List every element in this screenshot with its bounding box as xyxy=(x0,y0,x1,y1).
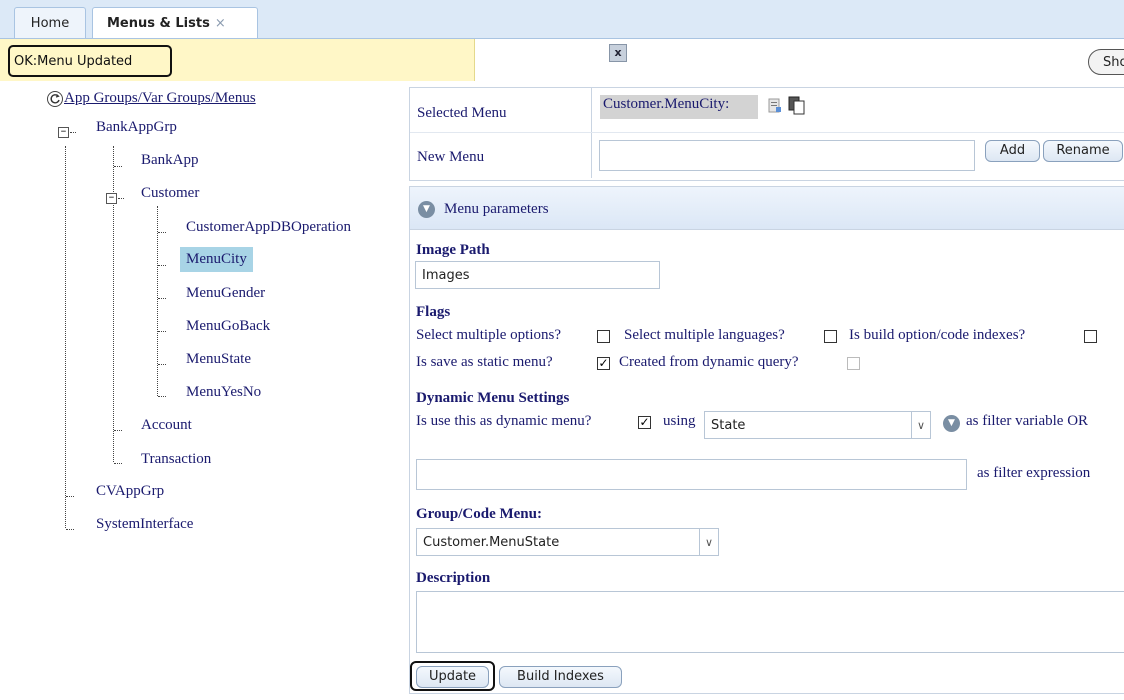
multi-options-checkbox[interactable] xyxy=(597,330,610,343)
tree-connector xyxy=(114,463,122,464)
close-icon[interactable]: x xyxy=(609,44,627,62)
tree-guide xyxy=(65,146,66,528)
dynamic-use-label: Is use this as dynamic menu? xyxy=(416,413,592,429)
tree-connector xyxy=(158,265,166,266)
new-menu-label: New Menu xyxy=(417,149,485,165)
new-menu-input[interactable] xyxy=(599,140,975,171)
selected-menu-label: Selected Menu xyxy=(417,105,507,121)
rename-button[interactable]: Rename xyxy=(1043,140,1123,162)
tree-connector xyxy=(114,430,122,431)
tree-connector xyxy=(158,298,166,299)
tab-home-label: Home xyxy=(30,15,70,31)
filter-expression-input[interactable] xyxy=(416,459,967,490)
build-indexes-checkbox[interactable] xyxy=(1084,330,1097,343)
tree-connector xyxy=(118,198,124,199)
group-code-select[interactable]: Customer.MenuState ∨ xyxy=(416,528,719,556)
tree-item-bankappgrp[interactable]: BankAppGrp xyxy=(96,119,177,136)
add-button[interactable]: Add xyxy=(985,140,1040,162)
show-button[interactable]: Sho xyxy=(1088,49,1124,75)
menu-parameters-title: Menu parameters xyxy=(444,201,549,217)
tree-item-systeminterface[interactable]: SystemInterface xyxy=(96,516,193,533)
flag-dynamic-query-label: Created from dynamic query? xyxy=(619,354,799,370)
using-select[interactable]: State ∨ xyxy=(704,411,931,439)
dynamic-query-checkbox xyxy=(847,357,860,370)
tree-root[interactable]: App Groups/Var Groups/Menus xyxy=(64,90,256,107)
dynamic-menu-checkbox[interactable]: ✓ xyxy=(638,416,651,429)
refresh-icon[interactable] xyxy=(47,91,63,107)
tree-item-customerappdboperation[interactable]: CustomerAppDBOperation xyxy=(186,219,351,236)
filter-expression-label: as filter expression xyxy=(977,465,1091,481)
tree-item-customer[interactable]: Customer xyxy=(141,185,199,202)
tree-item-menucity[interactable]: MenuCity xyxy=(180,247,253,272)
tree-connector xyxy=(158,396,166,397)
using-select-value: State xyxy=(711,417,746,433)
chevron-down-icon: ∨ xyxy=(699,529,718,555)
tree-item-cvappgrp[interactable]: CVAppGrp xyxy=(96,483,164,500)
tree-guide xyxy=(157,206,158,396)
close-icon[interactable]: × xyxy=(215,16,226,31)
flag-build-indexes-label: Is build option/code indexes? xyxy=(849,327,1026,343)
using-label: using xyxy=(663,413,696,429)
tree-item-menuyesno[interactable]: MenuYesNo xyxy=(186,384,261,401)
tree-item-menustate[interactable]: MenuState xyxy=(186,351,251,368)
group-code-select-value: Customer.MenuState xyxy=(423,534,560,550)
selected-menu-value: Customer.MenuCity: xyxy=(603,96,730,112)
collapse-icon[interactable]: ▼ xyxy=(418,201,435,218)
tree-connector xyxy=(158,331,166,332)
tree-item-transaction[interactable]: Transaction xyxy=(141,451,211,468)
description-label: Description xyxy=(416,570,491,586)
tree-connector xyxy=(66,496,74,497)
tree-connector xyxy=(158,232,166,233)
flag-static-label: Is save as static menu? xyxy=(416,354,553,370)
filter-variable-label: as filter variable OR xyxy=(966,413,1089,429)
status-message-text: OK:Menu Updated xyxy=(14,53,133,69)
dynamic-settings-label: Dynamic Menu Settings xyxy=(416,390,570,406)
tab-menus-lists-label: Menus & Lists xyxy=(107,15,210,31)
static-menu-checkbox[interactable]: ✓ xyxy=(597,357,610,370)
tab-menus-lists[interactable]: Menus & Lists × xyxy=(92,7,258,38)
tree-item-bankapp[interactable]: BankApp xyxy=(141,152,199,169)
tree-connector xyxy=(158,364,166,365)
flags-label: Flags xyxy=(416,304,451,320)
multi-languages-checkbox[interactable] xyxy=(824,330,837,343)
document-icon[interactable] xyxy=(767,98,783,114)
image-path-label: Image Path xyxy=(416,242,490,258)
tree-connector xyxy=(114,166,122,167)
divider xyxy=(591,88,592,178)
tab-home[interactable]: Home xyxy=(14,7,86,38)
flag-multi-languages-label: Select multiple languages? xyxy=(624,327,785,343)
group-code-menu-label: Group/Code Menu: xyxy=(416,506,542,522)
chevron-down-icon: ∨ xyxy=(911,412,930,438)
copy-icon[interactable] xyxy=(787,95,807,115)
collapse-icon[interactable]: − xyxy=(58,127,69,138)
update-button[interactable]: Update xyxy=(416,666,489,688)
tree-item-menugender[interactable]: MenuGender xyxy=(186,285,265,302)
collapse-icon[interactable]: − xyxy=(106,193,117,204)
tree-connector xyxy=(66,529,74,530)
tree-item-menugoback[interactable]: MenuGoBack xyxy=(186,318,270,335)
image-path-input[interactable]: Images xyxy=(415,261,660,289)
filter-variable-icon[interactable]: ▼ xyxy=(943,415,960,432)
divider xyxy=(410,132,1124,133)
tree-connector xyxy=(70,132,76,133)
status-message: OK:Menu Updated xyxy=(8,45,172,77)
flag-multi-options-label: Select multiple options? xyxy=(416,327,561,343)
build-indexes-button[interactable]: Build Indexes xyxy=(499,666,622,688)
description-textarea[interactable] xyxy=(416,591,1124,653)
tree-item-account[interactable]: Account xyxy=(141,417,192,434)
